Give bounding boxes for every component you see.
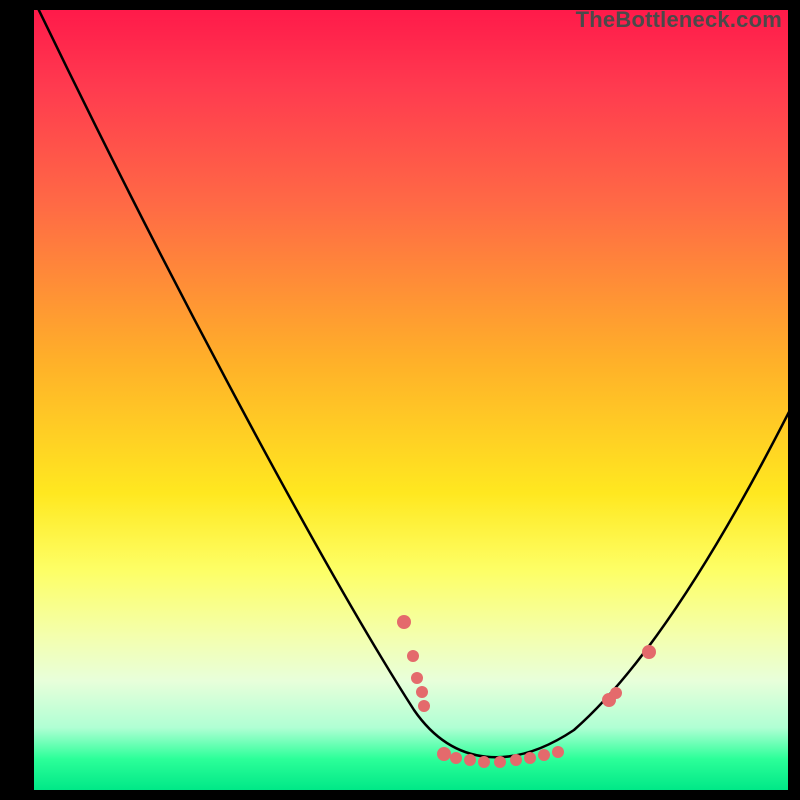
data-point [397, 615, 411, 629]
chart-frame: TheBottleneck.com [34, 10, 788, 790]
data-point [464, 754, 476, 766]
data-point [524, 752, 536, 764]
data-point [494, 756, 506, 768]
data-point [411, 672, 423, 684]
data-point [552, 746, 564, 758]
data-point [418, 700, 430, 712]
bottleneck-curve-path [34, 10, 788, 757]
data-point [478, 756, 490, 768]
watermark-label: TheBottleneck.com [576, 7, 782, 33]
data-point [510, 754, 522, 766]
data-points-group [397, 615, 656, 768]
data-point [610, 687, 622, 699]
data-point [538, 749, 550, 761]
data-point [437, 747, 451, 761]
data-point [450, 752, 462, 764]
data-point [642, 645, 656, 659]
data-point [416, 686, 428, 698]
bottleneck-curve-svg [34, 10, 788, 790]
data-point [407, 650, 419, 662]
